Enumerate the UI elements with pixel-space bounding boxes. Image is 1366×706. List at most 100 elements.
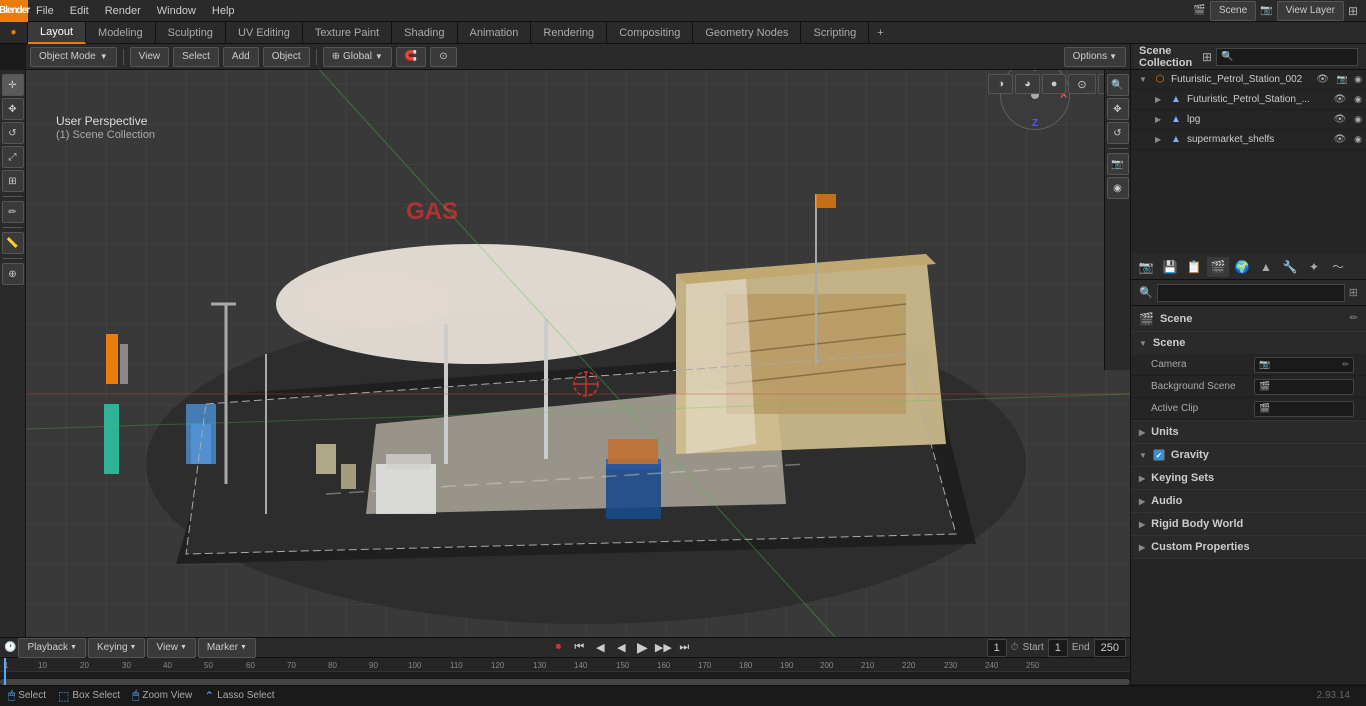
prop-particles-icon[interactable]: ✦ [1303,257,1325,277]
prop-scene-icon[interactable]: 🎬 [1207,257,1229,277]
add-menu[interactable]: Add [223,47,259,67]
camera-value[interactable]: 📷 ✏ [1254,357,1354,373]
add-cube-tool[interactable]: ⊕ [2,263,24,285]
snap-toggle[interactable]: 🧲 [396,47,426,67]
visibility-eye-4[interactable]: 👁 [1333,134,1350,145]
render-icon-2[interactable]: ◉ [1354,94,1366,105]
custom-props-section-header[interactable]: ▶ Custom Properties [1131,536,1366,558]
active-clip-value[interactable]: 🎬 [1254,401,1354,417]
menu-help[interactable]: Help [204,0,243,22]
viewport-overlay[interactable]: ⊙ [1068,74,1095,94]
start-frame-input[interactable]: 1 [1048,639,1068,657]
prop-object-icon[interactable]: ▲ [1255,257,1277,277]
keying-section-header[interactable]: ▶ Keying Sets [1131,467,1366,489]
object-mode-selector[interactable]: Object Mode ▼ [30,47,117,67]
scene-selector[interactable]: Scene [1210,1,1256,21]
tab-compositing[interactable]: Compositing [607,22,693,44]
rotate-tool[interactable]: ↺ [2,122,24,144]
visibility-eye-3[interactable]: 👁 [1333,114,1350,125]
menu-edit[interactable]: Edit [62,0,97,22]
measure-tool[interactable]: 📏 [2,232,24,254]
visibility-eye-2[interactable]: 👁 [1333,94,1350,105]
nav-zoom-in[interactable]: 🔍 [1107,74,1129,96]
prop-modifier-icon[interactable]: 🔧 [1279,257,1301,277]
outliner-item-scene[interactable]: ▼ ⬡ Futuristic_Petrol_Station_002 👁 📷 ◉ [1131,70,1366,90]
select-menu[interactable]: Select [173,47,219,67]
outliner-item-shelfs[interactable]: ▶ ▲ supermarket_shelfs 👁 ◉ [1131,130,1366,150]
3d-viewport[interactable]: GAS [26,44,1130,649]
scene-edit-icon[interactable]: ✏ [1350,313,1358,324]
nav-move[interactable]: ✥ [1107,98,1129,120]
add-workspace-button[interactable]: + [869,25,891,41]
menu-file[interactable]: File [28,0,62,22]
nav-rotate[interactable]: ↺ [1107,122,1129,144]
viewport-shading-rendered[interactable]: ● [1042,74,1067,94]
view-layer-selector[interactable]: View Layer [1277,1,1344,21]
scale-tool[interactable]: ⤢ [2,146,24,168]
transport-jump-start[interactable]: ⏮ [570,639,588,657]
tab-modeling[interactable]: Modeling [86,22,156,44]
menu-window[interactable]: Window [149,0,204,22]
playhead[interactable] [4,658,6,686]
camera-picker-icon[interactable]: ✏ [1342,360,1349,369]
tab-uv-editing[interactable]: UV Editing [226,22,303,44]
camera-icon-1[interactable]: 📷 [1337,74,1350,85]
cursor-tool[interactable]: ✛ [2,74,24,96]
marker-menu[interactable]: Marker▼ [198,638,256,658]
transform-tool[interactable]: ⊞ [2,170,24,192]
audio-section-header[interactable]: ▶ Audio [1131,490,1366,512]
transform-global[interactable]: ⊕ Global ▼ [323,47,392,67]
tab-animation[interactable]: Animation [458,22,532,44]
tab-rendering[interactable]: Rendering [531,22,607,44]
viewport-shading-solid[interactable]: ◑ [988,74,1013,94]
camera-view[interactable]: 📷 [1107,153,1129,175]
outliner-search-input[interactable] [1216,48,1358,66]
render-icon-1[interactable]: ◉ [1354,74,1366,85]
background-scene-value[interactable]: 🎬 [1254,379,1354,395]
end-frame-input[interactable]: 250 [1094,639,1126,657]
prop-output-icon[interactable]: 💾 [1159,257,1181,277]
render-icon-3[interactable]: ◉ [1354,114,1366,125]
prop-world-icon[interactable]: 🌍 [1231,257,1253,277]
tab-texture-paint[interactable]: Texture Paint [303,22,392,44]
prop-view-layer-icon[interactable]: 📋 [1183,257,1205,277]
visibility-eye-1[interactable]: 👁 [1316,74,1333,85]
gizmo-z-axis[interactable]: Z [1032,118,1038,129]
playback-menu[interactable]: Playback▼ [18,638,86,658]
viewport-shading-material[interactable]: ◕ [1015,74,1040,94]
frame-selected[interactable]: ◉ [1107,177,1129,199]
outliner-item-lpg[interactable]: ▶ ▲ lpg 👁 ◉ [1131,110,1366,130]
transport-play-back[interactable]: ◀ [612,639,630,657]
render-icon-4[interactable]: ◉ [1354,134,1366,145]
annotate-tool[interactable]: ✏ [2,201,24,223]
prop-physics-icon[interactable]: 〜 [1327,257,1349,277]
properties-search-input[interactable] [1157,284,1345,302]
gravity-checkbox[interactable]: ✓ [1153,449,1165,461]
outliner-item-petrol[interactable]: ▶ ▲ Futuristic_Petrol_Station_... 👁 ◉ [1131,90,1366,110]
rigid-body-section-header[interactable]: ▶ Rigid Body World [1131,513,1366,535]
tab-shading[interactable]: Shading [392,22,457,44]
move-tool[interactable]: ✥ [2,98,24,120]
object-menu[interactable]: Object [263,47,310,67]
scene-section-header[interactable]: ▼ Scene [1131,332,1366,354]
current-frame-input[interactable]: 1 [987,639,1007,657]
view-menu[interactable]: View [130,47,170,67]
keying-menu[interactable]: Keying▼ [88,638,146,658]
viewport-gizmo[interactable]: X Y Z [1000,60,1070,130]
timeline-view-menu[interactable]: View▼ [147,638,195,658]
tab-geometry-nodes[interactable]: Geometry Nodes [693,22,801,44]
transport-play[interactable]: ▶ [633,639,651,657]
gizmo-circle[interactable]: X Y Z [1000,60,1070,130]
tab-layout[interactable]: Layout [28,22,86,44]
transport-record[interactable]: ⏺ [549,639,567,657]
transport-prev-frame[interactable]: ◀ [591,639,609,657]
menu-render[interactable]: Render [97,0,149,22]
transport-jump-end[interactable]: ⏭ [675,639,693,657]
tab-sculpting[interactable]: Sculpting [156,22,226,44]
gravity-section-header[interactable]: ▼ ✓ Gravity [1131,444,1366,466]
units-section-header[interactable]: ▶ Units [1131,421,1366,443]
tab-scripting[interactable]: Scripting [801,22,869,44]
transport-next-frame[interactable]: ▶▶ [654,639,672,657]
options-button[interactable]: Options ▼ [1064,47,1126,67]
timeline-ruler[interactable]: 1 10 20 30 40 50 60 70 80 90 100 110 120… [0,658,1130,686]
